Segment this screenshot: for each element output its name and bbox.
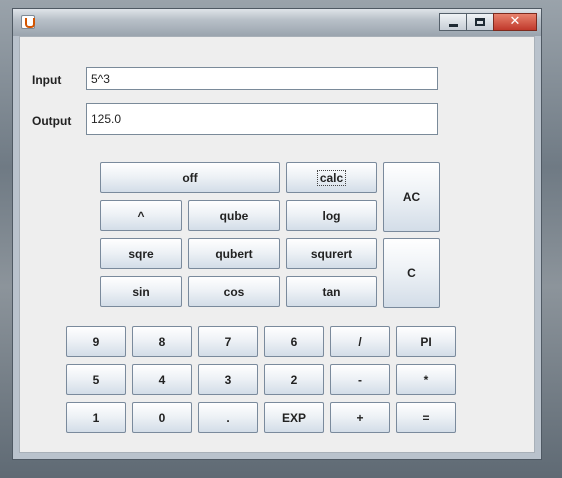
output-field[interactable]: 125.0 <box>86 103 438 135</box>
calc-button-label: calc <box>316 169 347 186</box>
calc-button[interactable]: calc <box>286 162 377 193</box>
key-4[interactable]: 4 <box>132 364 192 395</box>
output-label: Output <box>32 114 72 128</box>
off-button[interactable]: off <box>100 162 280 193</box>
key-equals[interactable]: = <box>396 402 456 433</box>
key-exp[interactable]: EXP <box>264 402 324 433</box>
key-decimal[interactable]: . <box>198 402 258 433</box>
qube-button[interactable]: qube <box>188 200 280 231</box>
cos-button[interactable]: cos <box>188 276 280 307</box>
clear-button[interactable]: C <box>383 238 440 308</box>
qubert-button[interactable]: qubert <box>188 238 280 269</box>
tan-button[interactable]: tan <box>286 276 377 307</box>
minimize-button[interactable] <box>439 13 467 31</box>
key-6[interactable]: 6 <box>264 326 324 357</box>
input-label: Input <box>32 73 62 87</box>
java-app-icon[interactable] <box>21 15 35 29</box>
key-divide[interactable]: / <box>330 326 390 357</box>
key-plus[interactable]: + <box>330 402 390 433</box>
window-controls: ✕ <box>439 13 537 31</box>
key-5[interactable]: 5 <box>66 364 126 395</box>
key-8[interactable]: 8 <box>132 326 192 357</box>
minimize-icon <box>449 24 458 27</box>
close-button[interactable]: ✕ <box>493 13 537 31</box>
power-button[interactable]: ^ <box>100 200 182 231</box>
key-minus[interactable]: - <box>330 364 390 395</box>
key-9[interactable]: 9 <box>66 326 126 357</box>
sin-button[interactable]: sin <box>100 276 182 307</box>
key-7[interactable]: 7 <box>198 326 258 357</box>
input-field[interactable]: 5^3 <box>86 67 438 90</box>
title-bar[interactable]: ✕ <box>13 9 541 36</box>
key-0[interactable]: 0 <box>132 402 192 433</box>
calculator-window: ✕ Input 5^3 Output 125.0 off calc AC ^ q… <box>12 8 542 460</box>
sqre-button[interactable]: sqre <box>100 238 182 269</box>
log-button[interactable]: log <box>286 200 377 231</box>
squrert-button[interactable]: squrert <box>286 238 377 269</box>
key-pi[interactable]: PI <box>396 326 456 357</box>
key-1[interactable]: 1 <box>66 402 126 433</box>
close-icon: ✕ <box>509 14 521 29</box>
calculator-panel: Input 5^3 Output 125.0 off calc AC ^ qub… <box>19 36 535 453</box>
ac-button[interactable]: AC <box>383 162 440 232</box>
key-multiply[interactable]: * <box>396 364 456 395</box>
key-2[interactable]: 2 <box>264 364 324 395</box>
key-3[interactable]: 3 <box>198 364 258 395</box>
maximize-button[interactable] <box>466 13 494 31</box>
maximize-icon <box>475 18 485 26</box>
